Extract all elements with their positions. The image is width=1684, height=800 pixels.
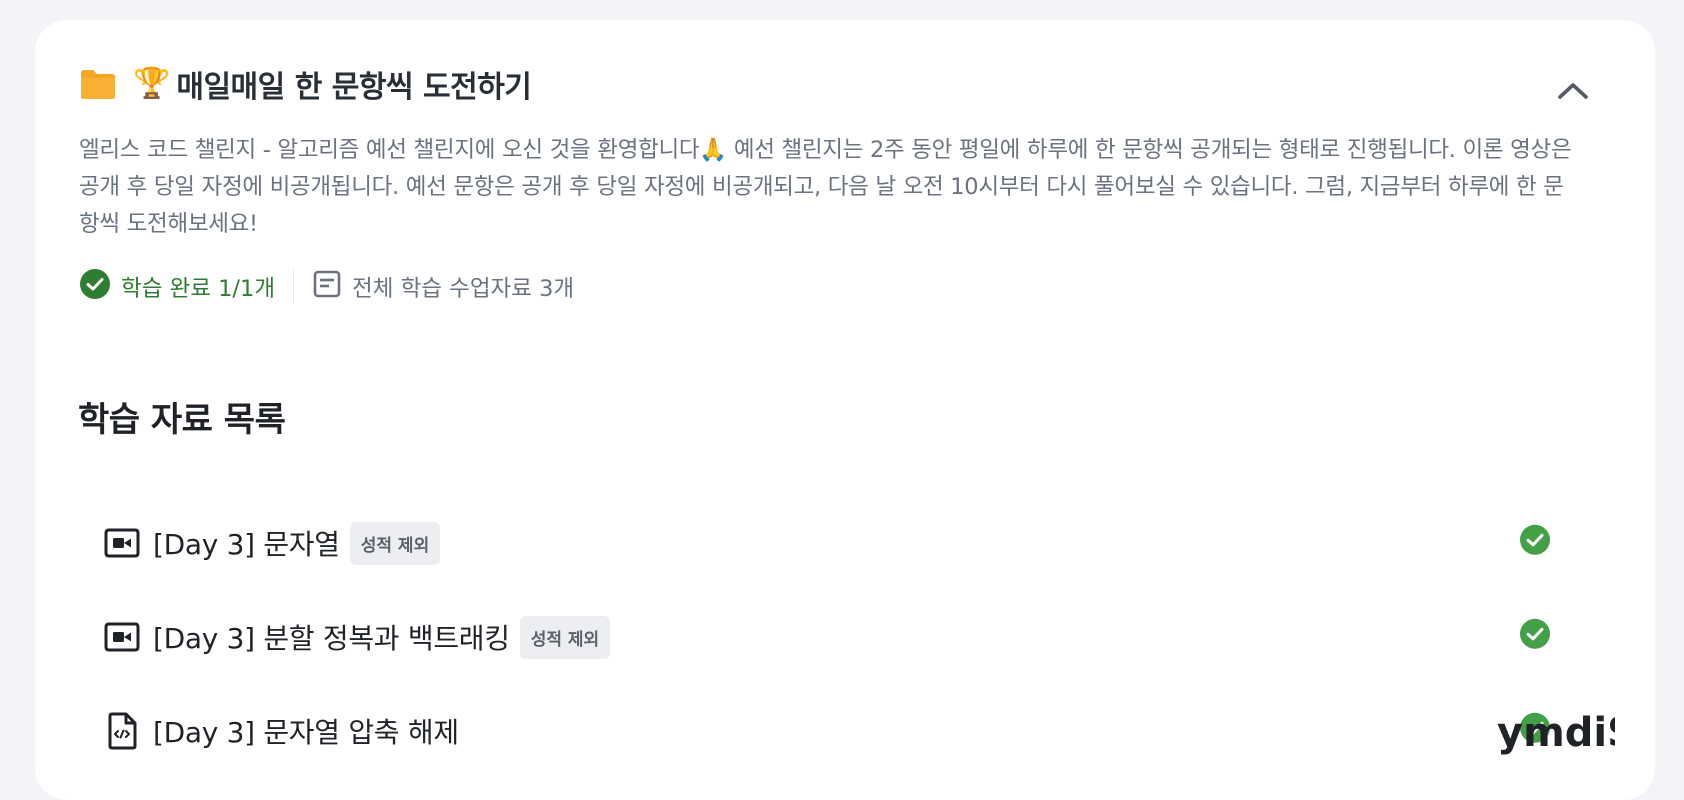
progress-meta: 학습 완료 1/1개 전체 학습 수업자료 3개 xyxy=(79,268,574,306)
video-icon xyxy=(103,524,141,562)
total-materials: 전체 학습 수업자료 3개 xyxy=(312,269,574,305)
completed-status: 학습 완료 1/1개 xyxy=(79,268,275,306)
code-file-icon xyxy=(103,712,141,750)
course-section-card: 🏆 매일매일 한 문항씩 도전하기 엘리스 코드 챌린지 - 알고리즘 예선 챌… xyxy=(35,20,1655,800)
divider xyxy=(293,270,295,304)
document-list-icon xyxy=(312,269,342,305)
item-label: [Day 3] 분할 정복과 백트래킹 xyxy=(153,622,510,655)
trophy-icon: 🏆 xyxy=(133,66,171,101)
section-header: 🏆 매일매일 한 문항씩 도전하기 xyxy=(79,62,532,106)
materials-heading: 학습 자료 목록 xyxy=(78,400,286,440)
materials-list: [Day 3] 문자열 성적 제외 [Day 3] 분할 정복과 백트래킹 성적… xyxy=(103,496,1623,778)
item-label: [Day 3] 문자열 압축 해제 xyxy=(153,716,459,749)
check-circle-icon xyxy=(1519,524,1551,556)
list-item[interactable]: [Day 3] 문자열 성적 제외 xyxy=(103,496,1623,590)
watermark-logo: ymdiS xyxy=(1495,710,1636,790)
excluded-badge: 성적 제외 xyxy=(519,615,611,659)
video-icon xyxy=(103,618,141,656)
section-description: 엘리스 코드 챌린지 - 알고리즘 예선 챌린지에 오신 것을 환영합니다🙏 예… xyxy=(79,137,1572,237)
check-circle-icon xyxy=(79,268,111,306)
chevron-up-icon xyxy=(1557,80,1589,104)
total-label: 전체 학습 수업자료 3개 xyxy=(352,276,575,302)
completed-label: 학습 완료 1/1개 xyxy=(121,276,276,302)
item-label: [Day 3] 문자열 xyxy=(153,528,340,561)
check-circle-icon xyxy=(1519,618,1551,650)
excluded-badge: 성적 제외 xyxy=(349,521,441,565)
watermark-text: ymdiS xyxy=(1497,710,1615,756)
list-item[interactable]: [Day 3] 분할 정복과 백트래킹 성적 제외 xyxy=(103,590,1623,684)
section-title: 매일매일 한 문항씩 도전하기 xyxy=(176,70,532,105)
folder-icon xyxy=(79,65,117,103)
list-item[interactable]: [Day 3] 문자열 압축 해제 xyxy=(103,684,1623,778)
collapse-button[interactable] xyxy=(1553,72,1593,112)
